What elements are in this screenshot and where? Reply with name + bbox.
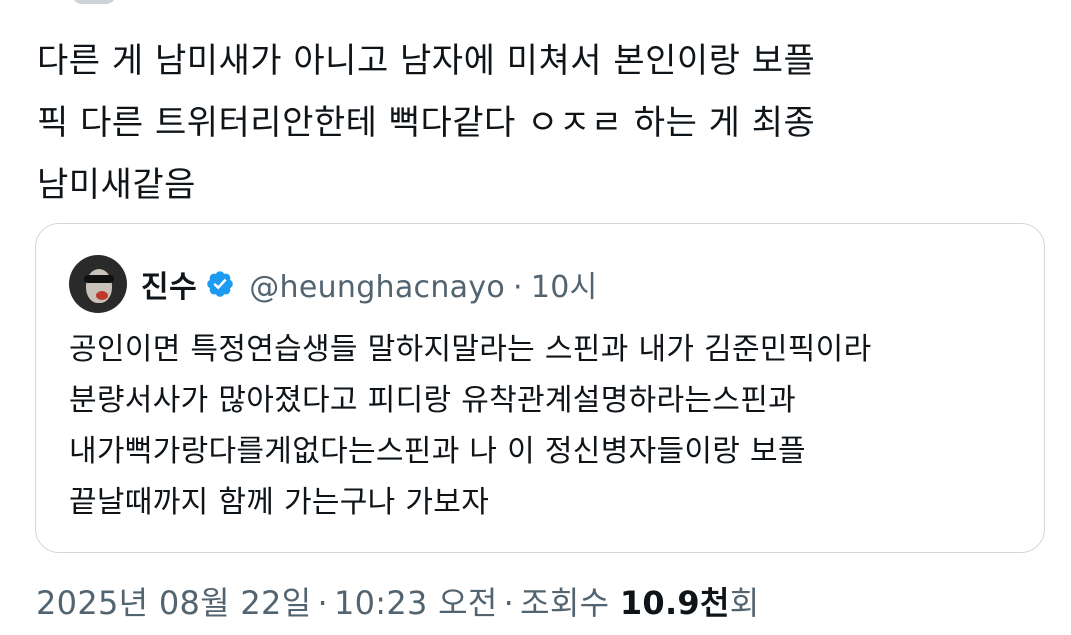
quoted-tweet-time[interactable]: 10시 — [531, 270, 598, 305]
tweet-text-line: 남미새같음 — [37, 165, 196, 205]
views-count[interactable]: 10.9천 — [620, 584, 730, 622]
timestamp-separator: · — [317, 584, 328, 622]
quoted-tweet-meta: @heunghacnayo · 10시 — [249, 262, 597, 306]
author-avatar-partial[interactable] — [72, 0, 116, 4]
quoted-tweet-card[interactable]: 진수 @heunghacnayo · 10시 공인이면 특정연습생들 말하지말라는 … — [35, 223, 1045, 553]
avatar-mouth — [96, 291, 108, 300]
tweet-text-line: 다른 게 남미새가 아니고 남자에 미쳐서 본인이랑 보플 — [37, 41, 816, 81]
quoted-tweet-text: 공인이면 특정연습생들 말하지말라는 스핀과 내가 김준민픽이라 분량서사가 많… — [69, 324, 1029, 528]
quoted-text-line: 내가뻑가랑다를게없다는스핀과 나 이 정신병자들이랑 보플 — [69, 434, 806, 469]
quoted-author-avatar[interactable] — [69, 255, 127, 313]
quoted-text-line: 분량서사가 많아졌다고 피디랑 유착관계설명하라는스핀과 — [69, 383, 797, 418]
tweet-date[interactable]: 2025년 08월 22일 — [36, 584, 311, 622]
views-suffix: 회 — [729, 584, 760, 622]
views-label: 조회수 — [520, 584, 610, 622]
avatar-glasses — [84, 275, 114, 283]
tweet-text: 다른 게 남미새가 아니고 남자에 미쳐서 본인이랑 보플 픽 다른 트위터리안… — [37, 30, 1037, 216]
verified-badge-icon — [207, 271, 234, 297]
quoted-text-line: 공인이면 특정연습생들 말하지말라는 스핀과 내가 김준민픽이라 — [69, 332, 872, 367]
quoted-author-name[interactable]: 진수 — [141, 262, 197, 306]
tweet-text-line: 픽 다른 트위터리안한테 뻑다같다 ㅇㅈㄹ 하는 게 최종 — [37, 103, 816, 143]
meta-separator: · — [513, 270, 523, 305]
quoted-tweet-header: 진수 @heunghacnayo · 10시 — [69, 255, 598, 313]
tweet-time[interactable]: 10:23 오전 — [334, 584, 498, 622]
timestamp-separator: · — [503, 584, 515, 622]
quoted-text-line: 끝날때까지 함께 가는구나 가보자 — [69, 485, 490, 520]
tweet-timestamp-row: 2025년 08월 22일 · 10:23 오전 · 조회수 10.9천회 — [36, 578, 759, 624]
quoted-author-handle[interactable]: @heunghacnayo — [249, 270, 505, 305]
